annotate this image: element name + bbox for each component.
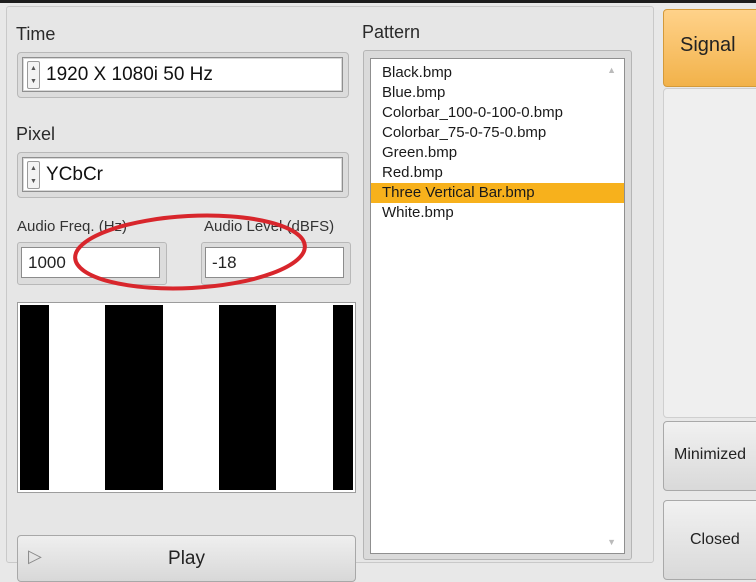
pixel-value: YCbCr <box>46 163 104 185</box>
minimized-button[interactable]: Minimized <box>663 421 756 491</box>
signal-button[interactable]: Signal <box>663 9 756 87</box>
time-selector[interactable]: ▲ ▼ 1920 X 1080i 50 Hz <box>22 57 343 92</box>
closed-button[interactable]: Closed <box>663 500 756 580</box>
window-top-border <box>0 0 756 3</box>
pattern-label: Pattern <box>362 22 421 42</box>
preview-black-bar <box>105 305 163 490</box>
preview-black-bar <box>219 305 276 490</box>
pixel-label: Pixel <box>16 124 56 144</box>
list-item-selected[interactable]: Three Vertical Bar.bmp <box>371 183 624 203</box>
play-button-label: Play <box>168 548 205 569</box>
minimized-button-label: Minimized <box>674 446 747 463</box>
scroll-up-icon[interactable]: ▲ <box>607 65 616 75</box>
signal-button-label: Signal <box>680 34 736 56</box>
closed-button-label: Closed <box>690 531 740 548</box>
preview-black-bar <box>333 305 353 490</box>
audio-freq-input[interactable]: 1000 <box>21 247 160 278</box>
spinner-icon[interactable]: ▲ ▼ <box>27 160 40 189</box>
audio-level-input[interactable]: -18 <box>205 247 344 278</box>
time-label: Time <box>16 24 56 44</box>
list-item[interactable]: Colorbar_100-0-100-0.bmp <box>371 103 624 123</box>
audio-level-label: Audio Level (dBFS) <box>204 218 335 235</box>
list-item[interactable]: White.bmp <box>371 203 624 223</box>
time-value: 1920 X 1080i 50 Hz <box>46 63 213 85</box>
preview-black-bar <box>20 305 49 490</box>
spinner-icon[interactable]: ▲ ▼ <box>27 60 40 89</box>
scroll-down-icon[interactable]: ▼ <box>607 537 616 547</box>
side-panel-blank <box>663 88 756 418</box>
play-button[interactable]: ▷ Play <box>17 535 356 582</box>
list-item[interactable]: Red.bmp <box>371 163 624 183</box>
list-item[interactable]: Black.bmp <box>371 63 624 83</box>
list-item[interactable]: Colorbar_75-0-75-0.bmp <box>371 123 624 143</box>
list-item[interactable]: Green.bmp <box>371 143 624 163</box>
audio-freq-label: Audio Freq. (Hz) <box>17 218 128 235</box>
list-item[interactable]: Blue.bmp <box>371 83 624 103</box>
pattern-preview <box>17 302 356 493</box>
pixel-format-selector[interactable]: ▲ ▼ YCbCr <box>22 157 343 192</box>
pattern-list[interactable]: Black.bmp Blue.bmp Colorbar_100-0-100-0.… <box>370 58 625 554</box>
